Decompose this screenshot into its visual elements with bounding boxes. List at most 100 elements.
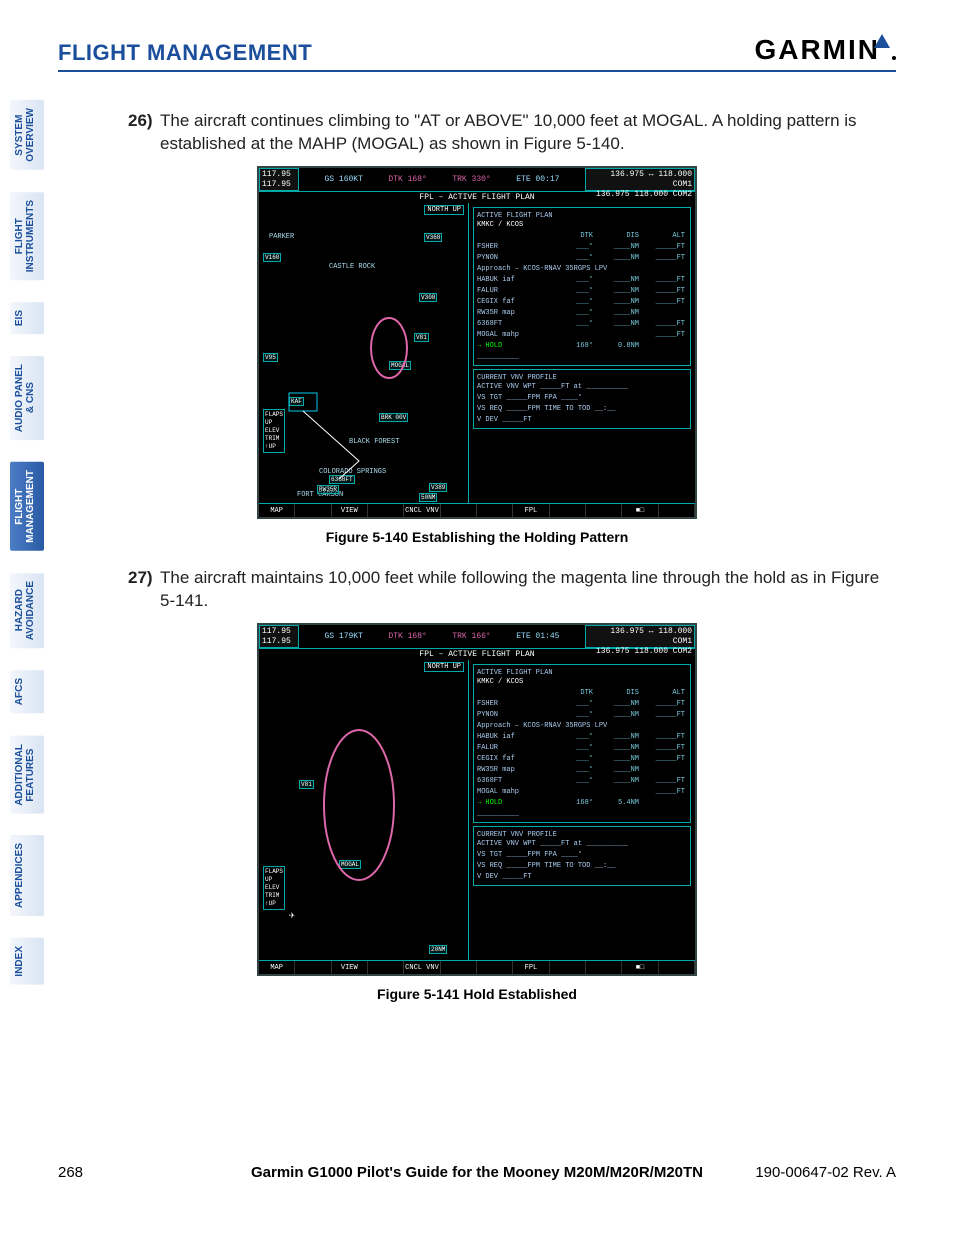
softkey[interactable]: FPL <box>513 504 549 517</box>
afp-title: ACTIVE FLIGHT PLAN <box>477 669 687 677</box>
logo-dot-icon <box>892 56 896 60</box>
nav-com-bar: 117.95117.95 GS 179KT DTK 168° TRK 166° … <box>259 625 695 649</box>
softkey[interactable] <box>441 961 477 974</box>
side-tab[interactable]: SYSTEM OVERVIEW <box>10 100 44 170</box>
flight-plan-row: HABUK iaf___°____NM_____FT <box>477 275 687 286</box>
map-box: V308 <box>419 293 437 302</box>
approach-lines-icon <box>279 391 449 481</box>
section-title: FLIGHT MANAGEMENT <box>58 40 312 66</box>
side-tab[interactable]: HAZARD AVOIDANCE <box>10 573 44 648</box>
step-27-number: 27) <box>128 567 160 613</box>
softkey[interactable]: MAP <box>259 504 295 517</box>
side-tab[interactable]: INDEX <box>10 938 44 985</box>
softkey[interactable]: ■□ <box>622 504 658 517</box>
softkey[interactable] <box>586 961 622 974</box>
active-flight-plan-group: ACTIVE FLIGHT PLAN KMKC / KCOS DTKDISALT… <box>473 664 691 823</box>
softkey[interactable]: VIEW <box>332 504 368 517</box>
step-26: 26) The aircraft continues climbing to "… <box>128 110 896 156</box>
ete-value: ETE 00:17 <box>516 175 559 184</box>
route-label: KMKC / KCOS <box>477 220 687 231</box>
route-label: KMKC / KCOS <box>477 677 687 688</box>
vnv-row: V DEV _____FT <box>477 415 687 426</box>
vnv-title: CURRENT VNV PROFILE <box>477 831 687 839</box>
flight-plan-row: FALUR___°____NM_____FT <box>477 286 687 297</box>
ete-value: ETE 01:45 <box>516 632 559 641</box>
nav-freq: 117.95117.95 <box>259 168 299 191</box>
map-box: V160 <box>263 253 281 262</box>
softkey[interactable] <box>550 504 586 517</box>
flight-plan-row: → HOLD168°5.4NM <box>477 798 687 809</box>
blank-row: __________ <box>477 352 687 363</box>
side-tab[interactable]: FLIGHT INSTRUMENTS <box>10 192 44 280</box>
softkey[interactable] <box>586 504 622 517</box>
north-up-label: NORTH UP <box>424 662 464 672</box>
step-26-number: 26) <box>128 110 160 156</box>
map-label: CASTLE ROCK <box>329 263 375 271</box>
softkey[interactable] <box>659 504 695 517</box>
map-box: V368 <box>424 233 442 242</box>
side-tab[interactable]: AFCS <box>10 670 44 713</box>
flight-plan-panel: ACTIVE FLIGHT PLAN KMKC / KCOS DTKDISALT… <box>469 660 695 960</box>
side-tab[interactable]: EIS <box>10 302 44 334</box>
flight-plan-row: PYNON___°____NM_____FT <box>477 710 687 721</box>
flight-plan-row: PYNON___°____NM_____FT <box>477 253 687 264</box>
page-footer: 268 Garmin G1000 Pilot's Guide for the M… <box>58 1164 896 1181</box>
hold-pattern-icon <box>309 720 409 890</box>
softkey[interactable] <box>368 961 404 974</box>
north-up-label: NORTH UP <box>424 205 464 215</box>
softkey[interactable]: VIEW <box>332 961 368 974</box>
logo-text: GARMIN <box>754 34 880 66</box>
figure-5-140-screenshot: 117.95117.95 GS 160KT DTK 168° TRK 330° … <box>257 166 697 519</box>
map-display[interactable]: NORTH UP V81MOGAL20NM✈ FLAPSUPELEVTRIM↑U… <box>259 660 469 960</box>
flight-plan-row: MOGAL mahp_____FT <box>477 330 687 341</box>
flight-plan-row: → HOLD168°0.8NM <box>477 341 687 352</box>
vnv-profile-group: CURRENT VNV PROFILE ACTIVE VNV WPT _____… <box>473 369 691 429</box>
logo-triangle-icon <box>874 34 890 48</box>
flight-plan-row: FSHER___°____NM_____FT <box>477 699 687 710</box>
softkey[interactable]: ■□ <box>622 961 658 974</box>
nav-com-bar: 117.95117.95 GS 160KT DTK 168° TRK 330° … <box>259 168 695 192</box>
softkey[interactable] <box>295 504 331 517</box>
page-content: 26) The aircraft continues climbing to "… <box>58 110 896 1024</box>
flight-plan-row: 6368FT___°____NM_____FT <box>477 319 687 330</box>
softkey-bar: MAP VIEW CNCL VNV FPL ■□ <box>259 503 695 517</box>
active-flight-plan-group: ACTIVE FLIGHT PLAN KMKC / KCOS DTKDISALT… <box>473 207 691 366</box>
map-box: V389 <box>429 483 447 492</box>
vnv-row: VS TGT _____FPM FPA ____° <box>477 850 687 861</box>
status-bar: GS 179KT DTK 168° TRK 166° ETE 01:45 <box>299 625 585 648</box>
com-freq: 136.975 ↔ 118.000 COM1136.975 118.000 CO… <box>585 168 695 191</box>
map-box: 20NM <box>429 945 447 954</box>
side-tab[interactable]: FLIGHT MANAGEMENT <box>10 462 44 551</box>
softkey[interactable] <box>477 961 513 974</box>
softkey[interactable] <box>659 961 695 974</box>
softkey[interactable] <box>550 961 586 974</box>
softkey[interactable] <box>477 504 513 517</box>
vnv-row: V DEV _____FT <box>477 872 687 883</box>
softkey[interactable]: CNCL VNV <box>404 504 440 517</box>
dtk-value: DTK 168° <box>388 175 426 184</box>
side-tab[interactable]: ADDITIONAL FEATURES <box>10 736 44 814</box>
softkey[interactable]: MAP <box>259 961 295 974</box>
com-freq: 136.975 ↔ 118.000 COM1136.975 118.000 CO… <box>585 625 695 648</box>
side-tab[interactable]: AUDIO PANEL & CNS <box>10 356 44 440</box>
garmin-logo: GARMIN <box>754 34 896 66</box>
nav-freq: 117.95117.95 <box>259 625 299 648</box>
flight-plan-row: MOGAL mahp_____FT <box>477 787 687 798</box>
softkey[interactable] <box>295 961 331 974</box>
softkey[interactable]: CNCL VNV <box>404 961 440 974</box>
side-tab[interactable]: APPENDICES <box>10 835 44 916</box>
flight-plan-row: CEGIX faf___°____NM_____FT <box>477 297 687 308</box>
vnv-title: CURRENT VNV PROFILE <box>477 374 687 382</box>
map-display[interactable]: NORTH UP PARKERCASTLE ROCKBLACK FORESTCO… <box>259 203 469 503</box>
side-tabs: SYSTEM OVERVIEW FLIGHT INSTRUMENTS EIS AUDI… <box>10 100 44 985</box>
flight-plan-row: FALUR___°____NM_____FT <box>477 743 687 754</box>
vnv-row: ACTIVE VNV WPT _____FT at __________ <box>477 839 687 850</box>
gs-value: GS 160KT <box>325 175 363 184</box>
flight-plan-row: HABUK iaf___°____NM_____FT <box>477 732 687 743</box>
softkey[interactable] <box>441 504 477 517</box>
vnv-profile-group: CURRENT VNV PROFILE ACTIVE VNV WPT _____… <box>473 826 691 886</box>
softkey[interactable]: FPL <box>513 961 549 974</box>
vnv-row: VS TGT _____FPM FPA ____° <box>477 393 687 404</box>
softkey[interactable] <box>368 504 404 517</box>
softkey-bar: MAP VIEW CNCL VNV FPL ■□ <box>259 960 695 974</box>
